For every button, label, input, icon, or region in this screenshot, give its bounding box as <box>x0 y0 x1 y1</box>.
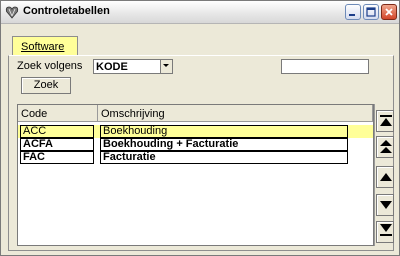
next-record-button[interactable] <box>376 194 394 216</box>
omschrijving-cell[interactable]: Boekhouding <box>100 125 348 138</box>
search-by-label: Zoek volgens <box>17 60 83 72</box>
omschrijving-cell[interactable]: Facturatie <box>100 151 348 164</box>
window-title: Controletabellen <box>23 5 110 17</box>
tab-software-label: Software <box>21 41 65 53</box>
dropdown-button[interactable] <box>160 60 172 73</box>
search-input[interactable] <box>281 59 369 74</box>
search-button[interactable]: Zoek <box>21 77 71 94</box>
first-record-icon <box>380 115 392 126</box>
maximize-button[interactable] <box>363 4 379 20</box>
page-up-icon <box>380 140 392 153</box>
code-cell[interactable]: ACC <box>20 125 94 138</box>
window: Controletabellen Software Zoek volgens K… <box>0 0 400 256</box>
code-value: ACC <box>23 125 47 137</box>
close-button[interactable] <box>381 4 397 20</box>
app-heart-icon[interactable] <box>5 5 19 19</box>
chevron-down-icon <box>163 64 169 67</box>
next-record-icon <box>380 201 392 209</box>
page-up-button[interactable] <box>376 136 394 158</box>
search-field-value: KODE <box>96 61 128 73</box>
code-cell[interactable]: ACFA <box>20 138 94 151</box>
column-header-code[interactable]: Code <box>18 105 98 122</box>
code-value: FAC <box>23 151 45 163</box>
omschrijving-cell[interactable]: Boekhouding + Facturatie <box>100 138 348 151</box>
first-record-button[interactable] <box>376 110 394 132</box>
previous-record-icon <box>380 173 392 181</box>
close-icon <box>385 8 393 16</box>
record-navigator <box>374 104 394 246</box>
omschrijving-value: Boekhouding + Facturatie <box>103 138 239 150</box>
search-field-select[interactable]: KODE <box>93 59 173 74</box>
code-value: ACFA <box>23 138 53 150</box>
tab-panel: Zoek volgens KODE Zoek Code Omschrijving… <box>8 55 394 251</box>
last-record-button[interactable] <box>376 221 394 243</box>
table-row[interactable]: ACFA Boekhouding + Facturatie <box>18 138 373 151</box>
omschrijving-value: Boekhouding <box>103 125 168 137</box>
minimize-icon <box>349 14 355 16</box>
tab-software[interactable]: Software <box>12 36 78 55</box>
maximize-icon <box>366 7 376 17</box>
last-record-icon <box>380 224 392 236</box>
previous-record-button[interactable] <box>376 166 394 188</box>
client-area: Software Zoek volgens KODE Zoek Code Oms… <box>5 27 395 253</box>
column-header-code-label: Code <box>21 108 48 120</box>
data-grid: Code Omschrijving ACC Boekhouding ACFA B… <box>17 104 374 246</box>
column-header-omschrijving-label: Omschrijving <box>101 108 165 120</box>
column-header-omschrijving[interactable]: Omschrijving <box>98 105 373 122</box>
table-row[interactable]: FAC Facturatie <box>18 151 373 164</box>
code-cell[interactable]: FAC <box>20 151 94 164</box>
minimize-button[interactable] <box>345 4 361 20</box>
omschrijving-value: Facturatie <box>103 151 156 163</box>
title-bar[interactable]: Controletabellen <box>1 1 399 24</box>
table-row[interactable]: ACC Boekhouding <box>18 125 373 138</box>
